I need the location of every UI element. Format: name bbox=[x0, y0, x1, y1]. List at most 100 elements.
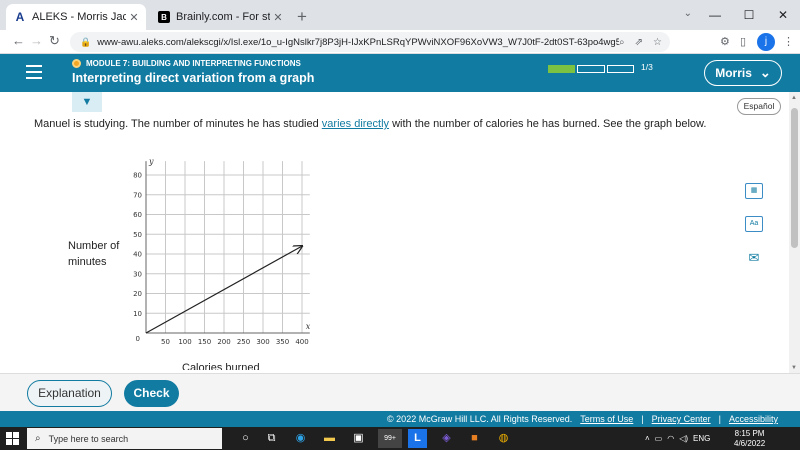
tab-brainly[interactable]: B Brainly.com - For students. By stu ✕ bbox=[150, 4, 290, 30]
search-icon: ⌕ bbox=[35, 433, 41, 444]
close-icon[interactable]: ✕ bbox=[270, 11, 286, 24]
module-status-icon bbox=[72, 59, 81, 68]
terms-link[interactable]: Terms of Use bbox=[580, 414, 633, 424]
store-icon[interactable]: ▣ bbox=[349, 429, 368, 448]
privacy-link[interactable]: Privacy Center bbox=[652, 414, 711, 424]
sidebar-icon[interactable]: ▯ bbox=[740, 35, 746, 48]
clock-date: 4/6/2022 bbox=[734, 439, 766, 448]
windows-taskbar: ⌕ Type here to search ○ ⧉ ◉ ▬ ▣ 99+ L ◈ … bbox=[0, 427, 800, 450]
taskbar-search-input[interactable]: ⌕ Type here to search bbox=[27, 428, 222, 449]
system-tray: ˄ ▭ ◠ ◁) ENG bbox=[645, 427, 710, 450]
tab-title: ALEKS - Morris Jackson - Learn bbox=[32, 11, 126, 23]
url-field[interactable]: 🔒 www-awu.aleks.com/alekscgi/x/Isl.exe/1… bbox=[70, 32, 670, 52]
y-axis-label-text: Number of minutes bbox=[68, 240, 120, 268]
module-label: MODULE 7: BUILDING AND INTERPRETING FUNC… bbox=[72, 59, 301, 68]
espanol-button[interactable]: Español bbox=[737, 98, 781, 115]
problem-statement: Manuel is studying. The number of minute… bbox=[34, 117, 714, 131]
app-l-icon[interactable]: L bbox=[408, 429, 427, 448]
minimize-button[interactable]: — bbox=[698, 0, 732, 30]
aleks-header: MODULE 7: BUILDING AND INTERPRETING FUNC… bbox=[0, 54, 800, 92]
x-tick-label: 400 bbox=[295, 338, 308, 346]
network-icon[interactable]: ▭ bbox=[655, 434, 663, 443]
chevron-up-icon[interactable]: ˄ bbox=[645, 434, 650, 443]
y-axis-letter: y bbox=[148, 157, 154, 166]
volume-icon[interactable]: ◁) bbox=[679, 434, 688, 443]
scroll-up-icon[interactable]: ▲ bbox=[791, 95, 797, 101]
problem-text-part: with the number of calories he has burne… bbox=[389, 118, 707, 130]
explanation-button[interactable]: Explanation bbox=[27, 380, 112, 407]
chevron-down-icon: ⌄ bbox=[759, 65, 771, 80]
close-window-button[interactable]: ✕ bbox=[766, 0, 800, 30]
window-controls: — ☐ ✕ bbox=[698, 0, 800, 30]
reload-icon[interactable]: ↻ bbox=[49, 33, 60, 49]
varies-directly-link[interactable]: varies directly bbox=[322, 118, 389, 130]
task-view-icon[interactable]: ⧉ bbox=[262, 429, 281, 448]
app-icon[interactable]: ■ bbox=[465, 429, 484, 448]
maximize-button[interactable]: ☐ bbox=[732, 0, 766, 30]
user-menu-button[interactable]: Morris ⌄ bbox=[704, 60, 782, 86]
hamburger-menu-icon[interactable] bbox=[26, 65, 42, 79]
check-button[interactable]: Check bbox=[124, 380, 179, 407]
y-tick-label: 40 bbox=[133, 251, 142, 259]
zoom-icon[interactable]: ⌕ bbox=[619, 37, 625, 48]
x-tick-label: 350 bbox=[276, 338, 289, 346]
teams-icon[interactable]: ◈ bbox=[437, 429, 456, 448]
chevron-down-icon[interactable]: ⌄ bbox=[684, 8, 692, 19]
footer-divider: | bbox=[641, 414, 644, 424]
new-tab-button[interactable]: + bbox=[297, 7, 307, 27]
extensions-icon[interactable]: ⚙ bbox=[720, 35, 730, 48]
wifi-icon[interactable]: ◠ bbox=[667, 434, 674, 443]
chevron-down-icon: ▼ bbox=[81, 96, 93, 108]
progress-bar bbox=[548, 65, 634, 73]
x-tick-label: 50 bbox=[161, 338, 170, 346]
file-explorer-icon[interactable]: ▬ bbox=[320, 429, 339, 448]
brainly-logo-icon: B bbox=[158, 11, 170, 23]
avatar[interactable]: j bbox=[757, 33, 775, 51]
y-tick-label: 10 bbox=[133, 310, 142, 318]
chrome-icon[interactable]: ◍ bbox=[494, 429, 513, 448]
aleks-logo-icon: A bbox=[15, 10, 25, 24]
language-indicator[interactable]: ENG bbox=[693, 434, 710, 443]
scroll-down-icon[interactable]: ▼ bbox=[791, 365, 797, 371]
url-text: www-awu.aleks.com/alekscgi/x/Isl.exe/1o_… bbox=[97, 36, 620, 48]
lock-icon: 🔒 bbox=[80, 36, 92, 47]
cortana-icon[interactable]: ○ bbox=[236, 429, 255, 448]
back-arrow-icon[interactable]: ← bbox=[12, 33, 25, 48]
calculator-icon[interactable]: ▦ bbox=[745, 183, 763, 199]
windows-start-icon[interactable] bbox=[6, 432, 19, 445]
footer-divider: | bbox=[718, 414, 721, 424]
accessibility-link[interactable]: Accessibility bbox=[729, 414, 778, 424]
browser-tab-strip: A ALEKS - Morris Jackson - Learn ✕ B Bra… bbox=[0, 0, 800, 30]
clock-time: 8:15 PM bbox=[734, 429, 765, 438]
x-axis-label: Calories burned bbox=[182, 362, 260, 370]
y-tick-label: 50 bbox=[133, 231, 142, 239]
progress-segment bbox=[606, 65, 634, 73]
progress-segment bbox=[577, 65, 605, 73]
periodic-table-icon[interactable]: Aa bbox=[745, 216, 763, 232]
y-tick-label: 60 bbox=[133, 211, 142, 219]
taskbar-clock[interactable]: 8:15 PM 4/6/2022 bbox=[734, 429, 765, 449]
x-tick-label: 250 bbox=[237, 338, 250, 346]
origin-label: 0 bbox=[136, 335, 140, 343]
notification-badge[interactable]: 99+ bbox=[378, 429, 402, 448]
module-title: MODULE 7: BUILDING AND INTERPRETING FUNC… bbox=[86, 59, 301, 68]
star-icon[interactable]: ☆ bbox=[653, 37, 662, 48]
x-tick-label: 150 bbox=[198, 338, 211, 346]
edge-icon[interactable]: ◉ bbox=[291, 429, 310, 448]
share-icon[interactable]: ⇗ bbox=[635, 37, 643, 48]
copyright-text: © 2022 McGraw Hill LLC. All Rights Reser… bbox=[387, 414, 573, 424]
address-bar: ← → ↻ 🔒 www-awu.aleks.com/alekscgi/x/Isl… bbox=[0, 30, 800, 54]
message-icon[interactable]: ✉ bbox=[745, 251, 763, 267]
progress-label: 1/3 bbox=[641, 62, 653, 72]
collapse-header-button[interactable]: ▼ bbox=[72, 92, 102, 112]
y-axis-label: Number of minutes bbox=[68, 238, 128, 270]
action-bar: Explanation Check bbox=[0, 373, 800, 411]
forward-arrow-icon[interactable]: → bbox=[30, 33, 43, 48]
footer: © 2022 McGraw Hill LLC. All Rights Reser… bbox=[0, 411, 800, 427]
scrollbar[interactable]: ▲ ▼ bbox=[789, 92, 800, 373]
x-tick-label: 300 bbox=[256, 338, 269, 346]
scroll-thumb[interactable] bbox=[791, 108, 798, 248]
tab-aleks[interactable]: A ALEKS - Morris Jackson - Learn ✕ bbox=[6, 4, 146, 30]
more-menu-icon[interactable]: ⋮ bbox=[783, 35, 794, 48]
close-icon[interactable]: ✕ bbox=[126, 11, 142, 24]
